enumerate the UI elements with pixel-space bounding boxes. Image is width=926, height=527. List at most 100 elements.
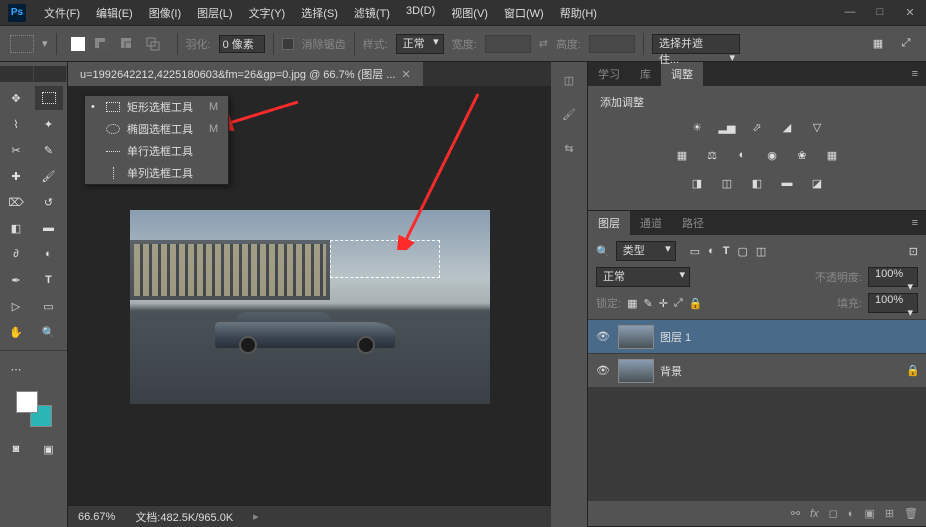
lookup-icon[interactable]: ▦ <box>823 146 841 164</box>
new-layer-icon[interactable]: ⊞ <box>885 507 894 520</box>
filter-smart-icon[interactable]: ◫ <box>756 245 766 258</box>
menu-item[interactable]: 帮助(H) <box>552 1 605 25</box>
layer-mask-icon[interactable]: ◻ <box>829 507 838 520</box>
menu-item[interactable]: 视图(V) <box>443 1 496 25</box>
move-tool[interactable]: ✥ <box>2 86 30 110</box>
panel-tab[interactable]: 库 <box>630 62 661 86</box>
menu-item[interactable]: 滤镜(T) <box>346 1 398 25</box>
lock-nest-icon[interactable]: ⤢ <box>674 297 683 310</box>
filter-pixel-icon[interactable]: ▭ <box>690 245 700 258</box>
menu-item[interactable]: 文字(Y) <box>241 1 294 25</box>
stamp-tool[interactable]: ⌦ <box>2 190 30 214</box>
selection-add-icon[interactable] <box>91 34 111 54</box>
brightness-icon[interactable]: ☀ <box>688 118 706 136</box>
flyout-item[interactable]: •矩形选框工具M <box>85 96 228 118</box>
adjustment-layer-icon[interactable]: ◐ <box>848 508 855 520</box>
quickmask-icon[interactable]: ◙ <box>2 437 30 461</box>
vibrance-icon[interactable]: ▽ <box>808 118 826 136</box>
lock-position-icon[interactable]: ✎ <box>643 297 652 310</box>
layer-name[interactable]: 图层 1 <box>660 329 691 345</box>
panel-tab[interactable]: 图层 <box>588 211 630 235</box>
selection-subtract-icon[interactable] <box>117 34 137 54</box>
marquee-tool[interactable] <box>35 86 63 110</box>
panel-tab[interactable]: 学习 <box>588 62 630 86</box>
levels-icon[interactable]: ▂▅ <box>718 118 736 136</box>
lock-pixels-icon[interactable]: ▦ <box>627 297 637 310</box>
hand-tool[interactable]: ✋ <box>2 320 30 344</box>
filter-adj-icon[interactable]: ◐ <box>708 245 715 258</box>
eraser-tool[interactable]: ◧ <box>2 216 30 240</box>
foreground-swatch[interactable] <box>16 391 38 413</box>
gradient-tool[interactable]: ▬ <box>35 216 63 240</box>
screenmode-icon[interactable]: ▣ <box>35 437 63 461</box>
close-button[interactable]: ✕ <box>902 6 918 19</box>
crop-tool[interactable]: ✂ <box>2 138 30 162</box>
fill-input[interactable]: 100% <box>868 293 918 313</box>
tab-close-icon[interactable]: ✕ <box>401 68 410 81</box>
menu-item[interactable]: 图像(I) <box>141 1 189 25</box>
zoom-tool[interactable]: 🔍 <box>35 320 63 344</box>
layer-name[interactable]: 背景 <box>660 363 682 379</box>
bw-icon[interactable]: ◐ <box>733 146 751 164</box>
selection-new-icon[interactable] <box>71 37 85 51</box>
edit-toolbar-icon[interactable]: ⋯ <box>2 357 30 381</box>
panel-menu-icon[interactable]: ≡ <box>904 62 926 86</box>
link-layers-icon[interactable]: ⚯ <box>791 507 800 520</box>
filter-type-icon[interactable]: T <box>723 245 730 258</box>
layer-visibility-icon[interactable]: 👁 <box>594 330 612 343</box>
history-brush-tool[interactable]: ↺ <box>35 190 63 214</box>
layer-row[interactable]: 👁 图层 1 <box>588 320 926 354</box>
delete-layer-icon[interactable]: 🗑 <box>904 507 918 520</box>
layer-row[interactable]: 👁背景🔒 <box>588 354 926 388</box>
history-panel-icon[interactable]: ◫ <box>557 68 581 92</box>
gradient-map-icon[interactable]: ▬ <box>778 174 796 192</box>
quick-select-tool[interactable]: ✦ <box>35 112 63 136</box>
blend-mode-select[interactable]: 正常 <box>596 267 690 287</box>
invert-icon[interactable]: ◨ <box>688 174 706 192</box>
posterize-icon[interactable]: ◫ <box>718 174 736 192</box>
type-tool[interactable]: T <box>35 268 63 292</box>
layer-visibility-icon[interactable]: 👁 <box>594 364 612 377</box>
minimize-button[interactable]: — <box>842 6 858 19</box>
mask-mode-icon[interactable]: ▦ <box>868 34 888 54</box>
document-tab[interactable]: u=1992642212,4225180603&fm=26&gp=0.jpg @… <box>68 62 423 86</box>
menu-item[interactable]: 选择(S) <box>293 1 346 25</box>
selection-intersect-icon[interactable] <box>143 34 163 54</box>
panel-menu-icon[interactable]: ≡ <box>904 211 926 235</box>
menu-item[interactable]: 3D(D) <box>398 1 443 25</box>
exposure-icon[interactable]: ◢ <box>778 118 796 136</box>
menu-item[interactable]: 编辑(E) <box>88 1 141 25</box>
photo-filter-icon[interactable]: ◉ <box>763 146 781 164</box>
color-swatches[interactable] <box>16 391 52 427</box>
panel-tab[interactable]: 通道 <box>630 211 672 235</box>
layer-filter-select[interactable]: 类型 <box>616 241 676 261</box>
flyout-item[interactable]: 椭圆选框工具M <box>85 118 228 140</box>
brushes-panel-icon[interactable]: 🖌 <box>557 102 581 126</box>
document-size[interactable]: 文档:482.5K/965.0K <box>135 509 233 525</box>
layer-fx-icon[interactable]: fx <box>810 508 819 520</box>
opacity-input[interactable]: 100% <box>868 267 918 287</box>
flyout-item[interactable]: 单行选框工具 <box>85 140 228 162</box>
dodge-tool[interactable]: ◐ <box>35 242 63 266</box>
maximize-button[interactable]: □ <box>872 6 888 19</box>
selective-color-icon[interactable]: ◪ <box>808 174 826 192</box>
lasso-tool[interactable]: ⌇ <box>2 112 30 136</box>
balance-icon[interactable]: ⚖ <box>703 146 721 164</box>
hue-icon[interactable]: ▦ <box>673 146 691 164</box>
channel-mixer-icon[interactable]: ❀ <box>793 146 811 164</box>
group-icon[interactable]: ▣ <box>864 507 874 520</box>
panel-tab[interactable]: 路径 <box>672 211 714 235</box>
style-select[interactable]: 正常 <box>396 34 444 54</box>
filter-toggle[interactable]: ⊡ <box>909 245 918 258</box>
blur-tool[interactable]: ∂ <box>2 242 30 266</box>
shape-tool[interactable]: ▭ <box>35 294 63 318</box>
swatches-panel-icon[interactable]: ⇆ <box>557 136 581 160</box>
brush-tool[interactable]: 🖌 <box>35 164 63 188</box>
feather-input[interactable] <box>219 35 265 53</box>
path-select-tool[interactable]: ▷ <box>2 294 30 318</box>
tool-preset-icon[interactable] <box>10 35 34 53</box>
eyedropper-tool[interactable]: ✎ <box>35 138 63 162</box>
flyout-item[interactable]: 单列选框工具 <box>85 162 228 184</box>
menu-item[interactable]: 窗口(W) <box>496 1 552 25</box>
lock-all-icon[interactable]: 🔒 <box>689 297 703 310</box>
